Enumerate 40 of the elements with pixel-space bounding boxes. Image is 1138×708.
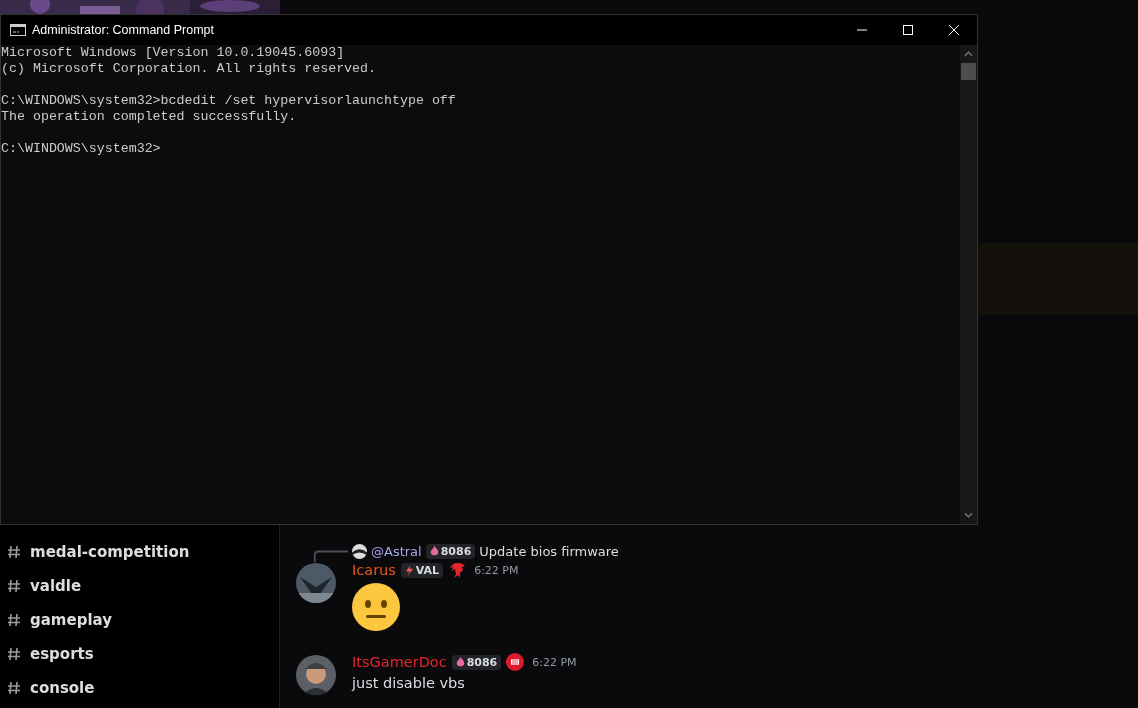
hash-icon [6, 578, 22, 594]
hash-icon [6, 646, 22, 662]
reply-author[interactable]: @Astral [371, 543, 422, 559]
scrollbar[interactable] [960, 45, 977, 524]
reply-connector [312, 549, 348, 563]
timestamp: 6:22 PM [532, 655, 577, 669]
neutral-face-emoji [352, 583, 400, 631]
timestamp: 6:22 PM [474, 563, 519, 577]
avatar [296, 655, 336, 695]
username[interactable]: Icarus [352, 562, 396, 578]
username[interactable]: ItsGamerDoc [352, 654, 447, 670]
avatar [352, 543, 367, 559]
console-icon [10, 24, 26, 36]
console-line: (c) Microsoft Corporation. All rights reserved. [1, 61, 378, 77]
window-title: Administrator: Command Prompt [32, 23, 214, 37]
channel-name[interactable]: esports [30, 645, 94, 663]
bird-icon [448, 561, 467, 579]
channel-name[interactable]: medal-competition [30, 543, 190, 561]
scrollbar-thumb[interactable] [961, 63, 976, 80]
maximize-icon[interactable] [903, 25, 913, 35]
fist-icon [506, 653, 525, 671]
channel-name[interactable]: valdle [30, 577, 82, 595]
message-text: just disable vbs [352, 675, 466, 691]
hash-icon [6, 680, 22, 696]
close-icon[interactable] [949, 25, 959, 35]
role-badge: 8086 [451, 654, 502, 670]
hash-icon [6, 544, 22, 560]
reply-text: Update bios firmware [479, 543, 619, 559]
avatar [296, 563, 336, 603]
scroll-up-icon[interactable] [964, 51, 973, 57]
console-line: Microsoft Windows [Version 10.0.19045.6093] [1, 45, 346, 61]
channel-name[interactable]: console [30, 679, 95, 697]
hash-icon [6, 612, 22, 628]
role-badge: 8086 [425, 543, 476, 559]
console-line: C:\WINDOWS\system32> [1, 141, 162, 157]
console-line: The operation completed successfully. [1, 109, 298, 125]
channel-name[interactable]: gameplay [30, 611, 112, 629]
console-line: C:\WINDOWS\system32>bcdedit /set hypervisorlaunchtype off [1, 93, 457, 109]
scroll-down-icon[interactable] [964, 512, 973, 518]
role-badge: VAL [400, 562, 444, 578]
